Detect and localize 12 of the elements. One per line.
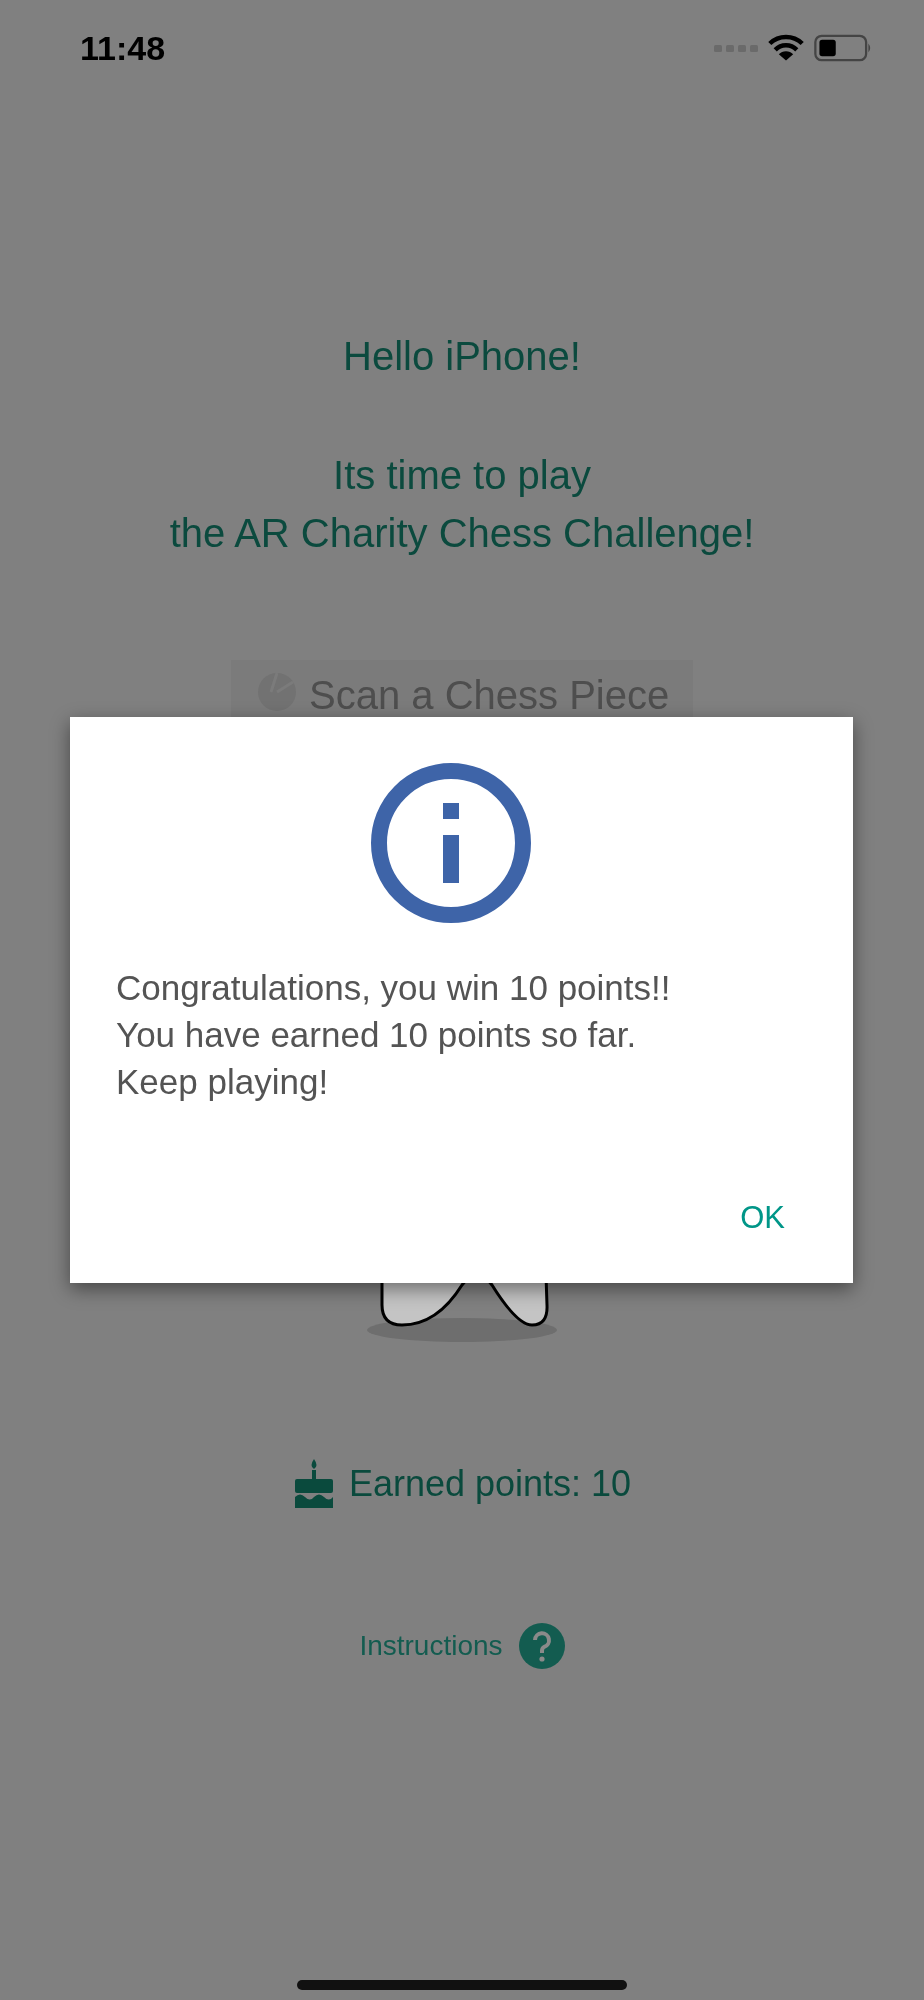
greeting-text: Hello iPhone!: [343, 333, 581, 380]
status-time: 11:48: [80, 28, 166, 68]
help-icon: [518, 1623, 565, 1669]
subtitle-text: Its time to play the AR Charity Chess Challenge!: [169, 452, 755, 557]
info-icon: [370, 763, 531, 923]
battery-icon: [814, 34, 872, 62]
cake-icon: [292, 1459, 335, 1509]
instructions-link[interactable]: Instructions: [359, 1621, 503, 1671]
ok-button[interactable]: OK: [740, 1200, 785, 1236]
dialog-message: Congratulations, you win 10 points!! You have earned 10 points so far. Keep playing!: [116, 967, 672, 1103]
earned-points-text: Earned points: 10: [348, 1462, 632, 1506]
wifi-icon: [768, 34, 804, 62]
